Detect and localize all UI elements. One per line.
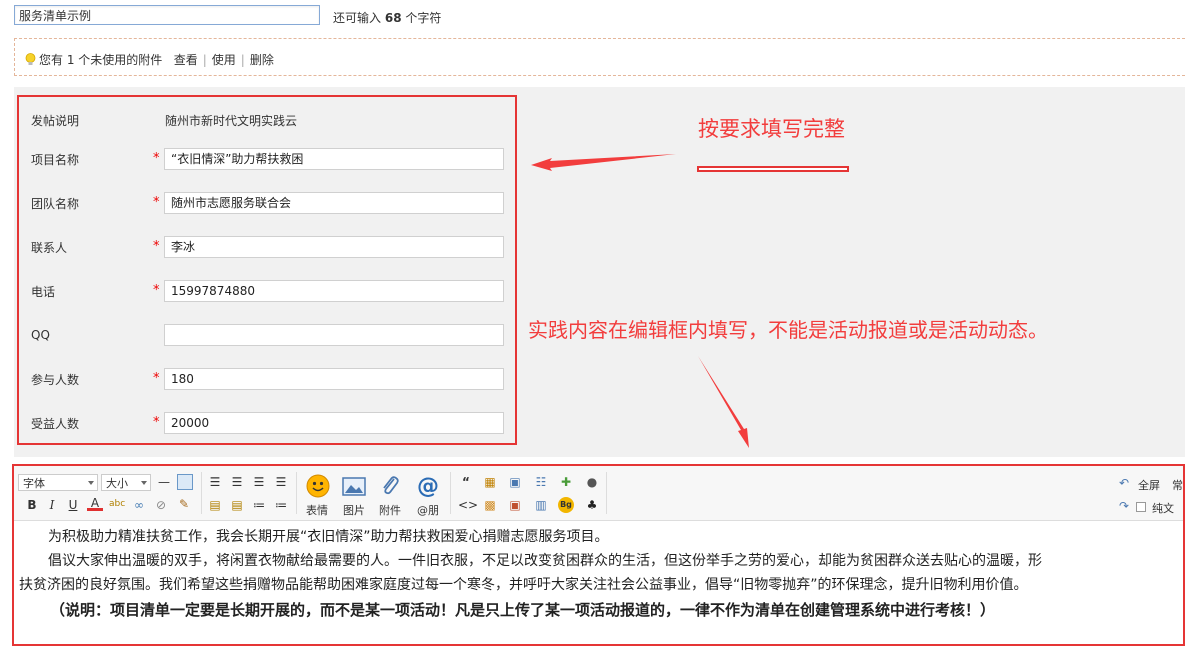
counter-number: 68 [384,11,402,25]
attachment-view-link[interactable]: 查看 [174,53,198,67]
editor-highlight-box [12,464,1185,646]
lightbulb-icon [25,53,36,65]
annotation-underline-box [697,166,849,172]
annotation-fill-complete: 按要求填写完整 [698,117,845,141]
annotation-editor-note: 实践内容在编辑框内填写，不能是活动报道或是活动动态。 [528,318,1048,342]
attachment-notice-bar: 您有 1 个未使用的附件 查看 | 使用 | 删除 [14,38,1185,76]
counter-suffix: 个字符 [405,11,442,25]
counter-prefix: 还可输入 [333,11,382,25]
attachment-notice-text: 您有 1 个未使用的附件 [39,53,163,67]
title-input[interactable] [14,5,320,25]
form-highlight-box [17,95,517,445]
separator: | [240,53,245,67]
separator: | [202,53,207,67]
attachment-delete-link[interactable]: 删除 [250,53,274,67]
attachment-use-link[interactable]: 使用 [212,53,236,67]
title-char-counter: 还可输入 68 个字符 [333,9,441,26]
